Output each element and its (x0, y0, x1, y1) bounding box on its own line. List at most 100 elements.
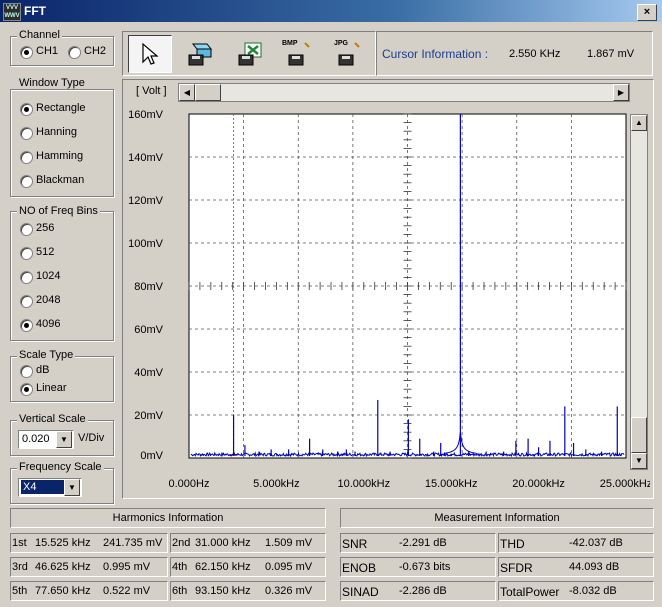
title-bar: VVV WWV FFT × (0, 0, 662, 22)
scroll-right-icon[interactable]: ▶ (613, 84, 629, 101)
measurement-label: ENOB (342, 561, 377, 575)
scroll-up-icon[interactable]: ▲ (631, 115, 647, 131)
channel-label-ch2: CH2 (84, 45, 107, 57)
harmonic-value: 0.326 mV (265, 585, 313, 597)
jpg-export-button[interactable]: JPG (328, 35, 370, 71)
measurement-value: 44.093 dB (569, 561, 620, 573)
measurement-cell: ENOB -0.673 bits (340, 557, 496, 577)
harmonics-title: Harmonics Information (112, 512, 224, 524)
measurement-title: Measurement Information (434, 512, 560, 524)
measurement-value: -0.673 bits (399, 561, 451, 573)
bins-label-4096: 4096 (36, 318, 61, 330)
close-button[interactable]: × (637, 4, 657, 21)
measurement-label: SFDR (500, 561, 533, 575)
vertical-scrollbar[interactable]: ▲ ▼ (630, 114, 648, 470)
channel-title: Channel (17, 29, 62, 41)
frequency-scale-select[interactable]: X4 ▼ (18, 478, 82, 497)
window-label-hamming: Hamming (36, 150, 84, 162)
y-tick-label: 40mV (134, 367, 163, 379)
x-tick-label: 25.000kHz (600, 478, 650, 490)
harmonic-order: 3rd (12, 561, 28, 573)
chevron-down-icon[interactable]: ▼ (64, 479, 80, 496)
cursor-tool-button[interactable] (128, 35, 172, 73)
measurement-label: THD (500, 537, 525, 551)
chevron-down-icon[interactable]: ▼ (56, 431, 72, 448)
window-radio-rectangle[interactable] (20, 103, 33, 116)
y-tick-label: 20mV (134, 410, 163, 422)
window-label-hanning: Hanning (36, 126, 77, 138)
horizontal-scrollbar[interactable]: ◀ ▶ (178, 83, 630, 102)
bins-label-2048: 2048 (36, 294, 61, 306)
harmonic-order: 4th (172, 561, 188, 573)
window-title: FFT (24, 4, 46, 18)
y-tick-label: 140mV (128, 152, 164, 164)
cursor-arrow-icon (142, 42, 159, 65)
window-type-title: Window Type (17, 77, 87, 89)
window-radio-hamming[interactable] (20, 151, 33, 164)
vertical-scale-value: 0.020 (22, 433, 50, 445)
bins-radio-512[interactable] (20, 247, 33, 260)
x-tick-label: 20.000kHz (512, 478, 565, 490)
bins-label-512: 512 (36, 246, 55, 258)
y-tick-label: 80mV (134, 281, 163, 293)
window-label-blackman: Blackman (36, 174, 85, 186)
harmonic-frequency: 46.625 kHz (35, 561, 91, 573)
harmonic-cell: 5th 77.650 kHz 0.522 mV (10, 581, 168, 601)
scale-radio-linear[interactable] (20, 383, 33, 396)
measurement-cell: TotalPower -8.032 dB (498, 581, 654, 601)
harmonic-value: 241.735 mV (103, 537, 163, 549)
window-radio-hanning[interactable] (20, 127, 33, 140)
harmonic-frequency: 77.650 kHz (35, 585, 91, 597)
harmonic-cell: 3rd 46.625 kHz 0.995 mV (10, 557, 168, 577)
harmonic-order: 6th (172, 585, 188, 597)
bins-radio-2048[interactable] (20, 295, 33, 308)
cursor-info-freq: 2.550 KHz (509, 48, 561, 60)
measurement-label: SNR (342, 537, 368, 551)
scroll-left-icon[interactable]: ◀ (179, 84, 195, 101)
jpg-export-icon (338, 42, 360, 66)
bins-radio-4096[interactable] (20, 319, 33, 332)
channel-radio-ch2[interactable] (68, 46, 81, 59)
bmp-export-button[interactable]: BMP (278, 35, 320, 71)
harmonic-cell: 2nd 31.000 kHz 1.509 mV (170, 533, 326, 553)
harmonic-value: 0.095 mV (265, 561, 313, 573)
bins-radio-256[interactable] (20, 223, 33, 236)
harmonic-order: 5th (12, 585, 28, 597)
bmp-export-icon (288, 42, 310, 66)
window-radio-blackman[interactable] (20, 175, 33, 188)
window-label-rectangle: Rectangle (36, 102, 86, 114)
measurement-label: TotalPower (500, 585, 560, 599)
plot-unit-label: [ Volt ] (136, 85, 167, 97)
harmonic-value: 0.522 mV (103, 585, 151, 597)
bins-radio-1024[interactable] (20, 271, 33, 284)
frequency-scale-title: Frequency Scale (17, 461, 104, 473)
y-tick-label: 100mV (128, 238, 164, 250)
y-tick-label: 60mV (134, 324, 163, 336)
measurement-cell: SNR -2.291 dB (340, 533, 496, 553)
vertical-scale-select[interactable]: 0.020 ▼ (18, 430, 74, 449)
harmonic-order: 2nd (172, 537, 191, 549)
vertical-scroll-thumb[interactable] (631, 417, 647, 453)
scroll-down-icon[interactable]: ▼ (631, 453, 647, 469)
bins-label-1024: 1024 (36, 270, 61, 282)
excel-export-button[interactable] (228, 35, 270, 71)
harmonic-frequency: 15.525 kHz (35, 537, 91, 549)
scale-label-linear: Linear (36, 382, 67, 394)
measurement-value: -2.286 dB (399, 585, 447, 597)
harmonic-frequency: 31.000 kHz (195, 537, 251, 549)
cursor-info-panel: Cursor Information : 2.550 KHz 1.867 mV (376, 31, 653, 76)
harmonic-frequency: 93.150 kHz (195, 585, 251, 597)
x-tick-label: 15.000kHz (425, 478, 478, 490)
scale-radio-db[interactable] (20, 365, 33, 378)
erase-button[interactable] (178, 35, 220, 71)
harmonic-value: 0.995 mV (103, 561, 151, 573)
measurement-value: -8.032 dB (569, 585, 617, 597)
freq-bins-title: NO of Freq Bins (17, 205, 100, 217)
horizontal-scroll-thumb[interactable] (195, 84, 221, 101)
excel-export-icon (238, 42, 262, 66)
channel-radio-ch1[interactable] (20, 46, 33, 59)
eraser-icon (188, 43, 213, 66)
scale-type-title: Scale Type (17, 349, 76, 361)
fft-chart: 0mV20mV40mV60mV80mV100mV120mV140mV160mV … (128, 109, 650, 490)
y-tick-label: 160mV (128, 109, 164, 121)
